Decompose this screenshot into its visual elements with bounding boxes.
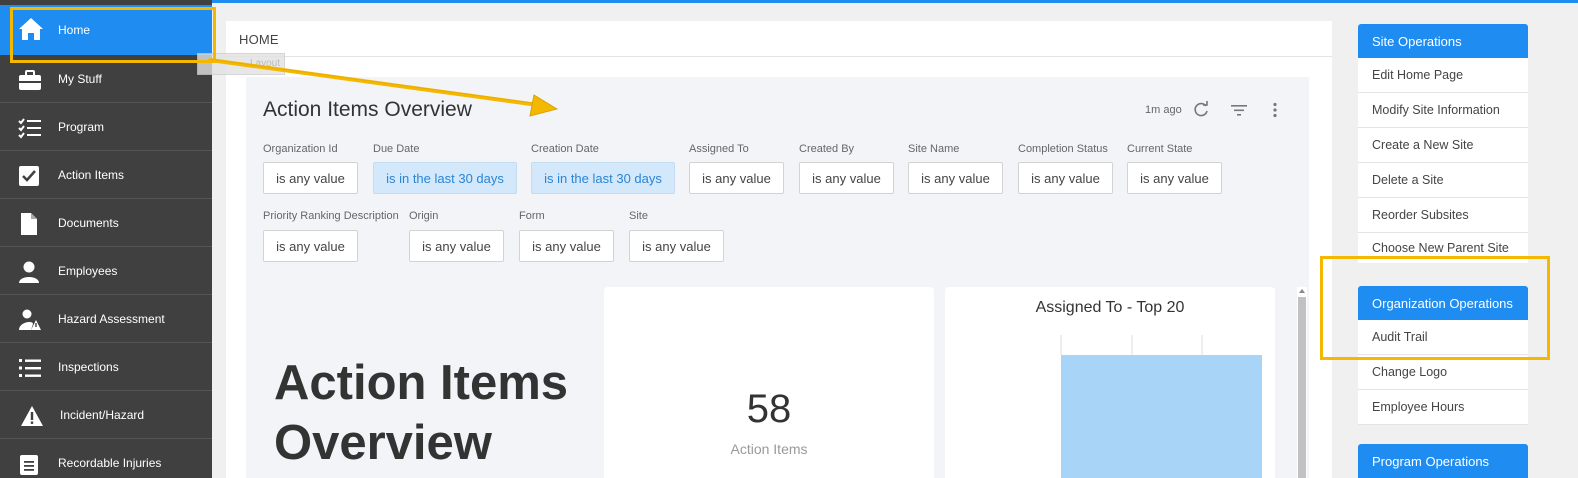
annotation-arrow [207, 58, 559, 117]
